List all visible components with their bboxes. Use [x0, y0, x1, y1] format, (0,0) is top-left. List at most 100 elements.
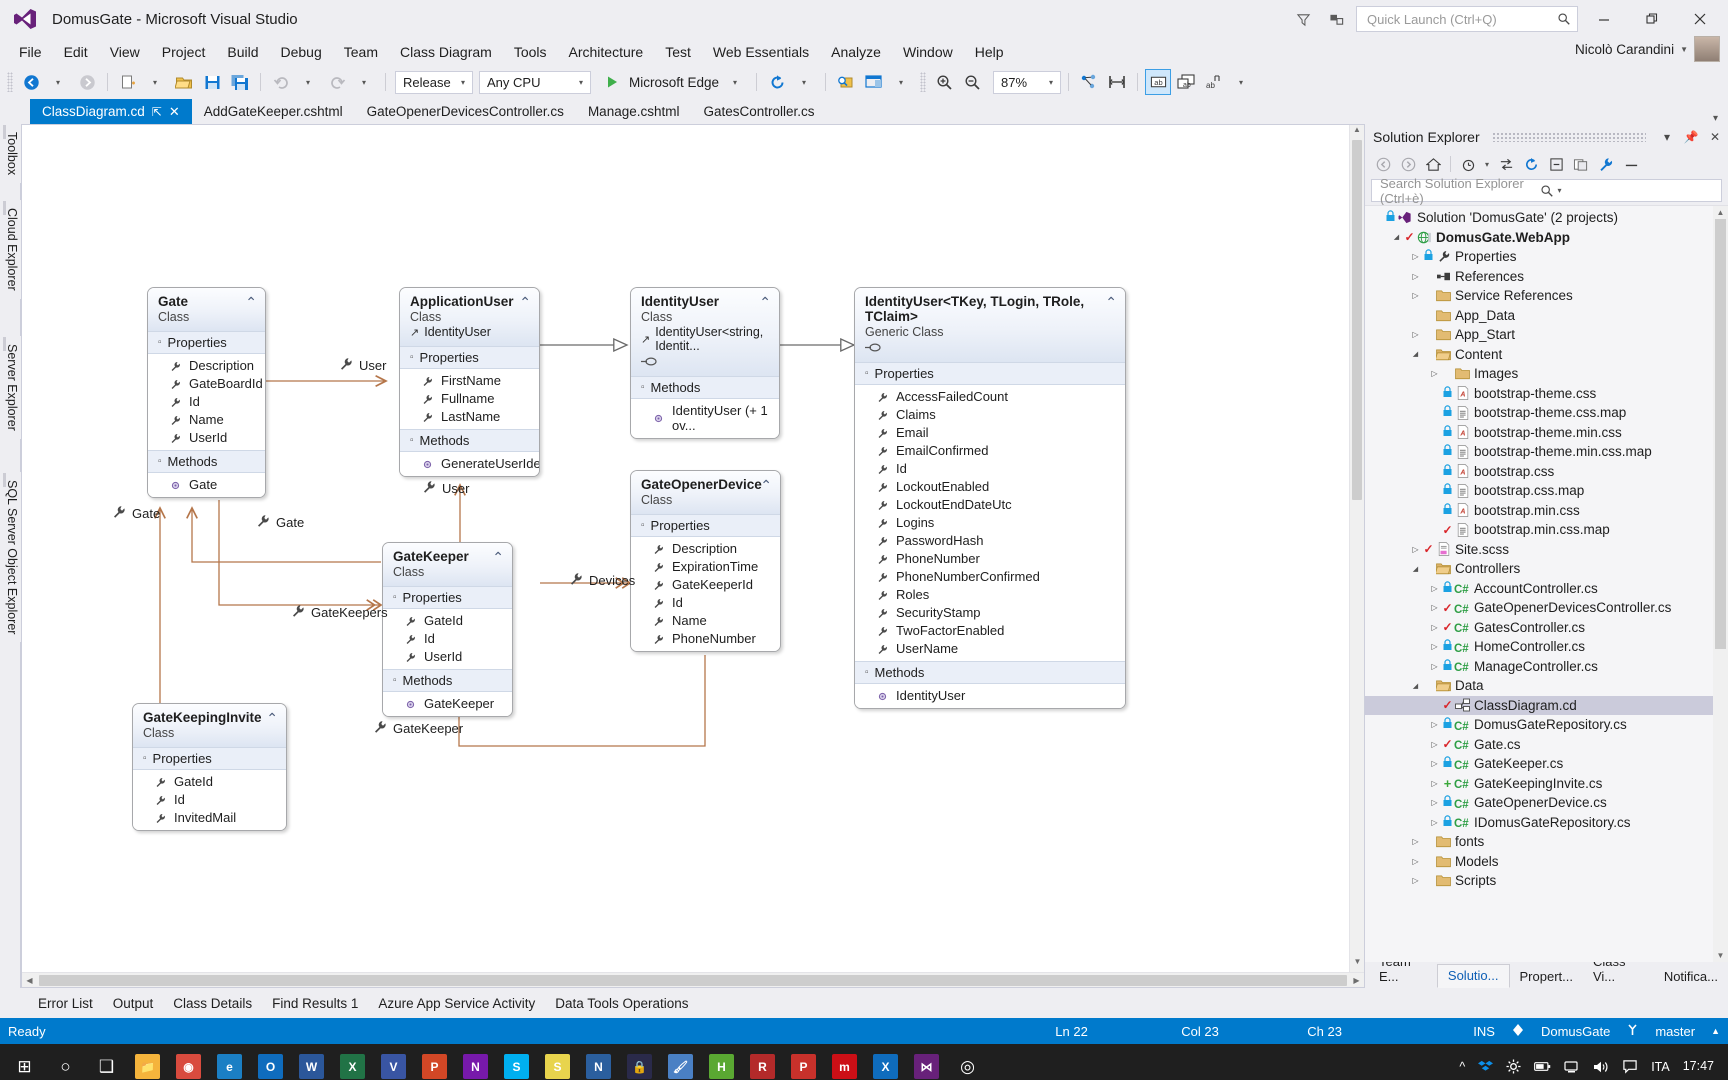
editor-tab-gateopenerdevicescontroller-cs[interactable]: GateOpenerDevicesController.cs: [354, 99, 576, 124]
collapse-glyph-icon[interactable]: ▫: [410, 352, 414, 363]
tray-language[interactable]: ITA: [1651, 1060, 1670, 1074]
undo-dropdown[interactable]: ▾: [296, 69, 322, 95]
taskbar-skype[interactable]: S: [496, 1044, 537, 1080]
refresh-icon[interactable]: [1519, 153, 1543, 175]
menu-item-edit[interactable]: Edit: [53, 41, 99, 63]
collapse-chevron-icon[interactable]: ⌃: [760, 478, 772, 492]
taskbar-paint[interactable]: 🖌: [660, 1044, 701, 1080]
class-member[interactable]: IdentityUser (+ 1 ov...: [631, 401, 779, 434]
menu-item-file[interactable]: File: [8, 41, 53, 63]
dock-tab-propert-[interactable]: Propert...: [1510, 966, 1583, 988]
tree-item[interactable]: ✓ bootstrap.min.css.map: [1365, 520, 1728, 540]
taskbar-intel-xdk[interactable]: X: [865, 1044, 906, 1080]
tree-item[interactable]: ▷ App_Start: [1365, 325, 1728, 345]
status-expand-icon[interactable]: ▲: [1711, 1026, 1720, 1036]
class-member[interactable]: Id: [148, 392, 265, 410]
tree-expander-icon[interactable]: ▷: [1428, 584, 1441, 593]
section-label[interactable]: ▫ Properties: [855, 362, 1125, 385]
menu-item-view[interactable]: View: [99, 41, 151, 63]
tree-expander-icon[interactable]: ◢: [1390, 233, 1403, 241]
menu-item-class-diagram[interactable]: Class Diagram: [389, 41, 503, 63]
tree-item[interactable]: Abootstrap-theme.min.css: [1365, 423, 1728, 443]
class-box-identityuser-generic[interactable]: IdentityUser<TKey, TLogin, TRole, TClaim…: [854, 287, 1126, 709]
tree-item[interactable]: ▷ C# AccountController.cs: [1365, 579, 1728, 599]
refresh-dropdown[interactable]: ▾: [792, 69, 818, 95]
tree-item[interactable]: ▷ Models: [1365, 852, 1728, 872]
section-label[interactable]: ▫ Methods: [383, 669, 512, 692]
tree-item[interactable]: ▷ References: [1365, 267, 1728, 287]
zoom-level-combo[interactable]: 87% ▾: [993, 70, 1062, 94]
taskbar-notepad[interactable]: N: [578, 1044, 619, 1080]
class-member[interactable]: Roles: [855, 585, 1125, 603]
taskbar-pdf[interactable]: P: [783, 1044, 824, 1080]
class-member[interactable]: PhoneNumberConfirmed: [855, 567, 1125, 585]
taskbar-visio[interactable]: V: [373, 1044, 414, 1080]
class-member[interactable]: GateKeeperId: [631, 575, 780, 593]
section-label[interactable]: ▫ Properties: [631, 514, 780, 537]
taskbar-excel[interactable]: X: [332, 1044, 373, 1080]
taskbar-task-view[interactable]: ❑: [86, 1044, 127, 1080]
tree-expander-icon[interactable]: ◢: [1409, 565, 1422, 573]
tree-item[interactable]: ▷ ✓ C# GateOpenerDevicesController.cs: [1365, 598, 1728, 618]
collapse-all-icon[interactable]: [1544, 153, 1568, 175]
class-member[interactable]: Name: [631, 611, 780, 629]
vertical-scroll-thumb[interactable]: [1352, 140, 1362, 500]
editor-tab-gatescontroller-cs[interactable]: GatesController.cs: [691, 99, 827, 124]
collapse-glyph-icon[interactable]: ▫: [410, 435, 414, 446]
new-project-dropdown[interactable]: ▾: [143, 69, 169, 95]
class-member[interactable]: Fullname: [400, 389, 539, 407]
settings-gear-tray-icon[interactable]: [1506, 1059, 1521, 1074]
bottom-tab-error-list[interactable]: Error List: [28, 992, 103, 1015]
solution-platform-combo[interactable]: Any CPU ▾: [479, 70, 591, 94]
preview-selected-icon[interactable]: [1619, 153, 1643, 175]
class-member[interactable]: Gate: [148, 475, 265, 493]
display-name-and-type-toggle[interactable]: ab: [1173, 69, 1199, 95]
status-repo[interactable]: DomusGate: [1541, 1024, 1610, 1039]
status-branch[interactable]: master: [1655, 1024, 1695, 1039]
tree-item[interactable]: Abootstrap-theme.css: [1365, 384, 1728, 404]
tree-item[interactable]: ▷ + C# GateKeepingInvite.cs: [1365, 774, 1728, 794]
tree-expander-icon[interactable]: ◢: [1409, 350, 1422, 358]
run-target-label[interactable]: Microsoft Edge: [627, 75, 721, 90]
toolbar-grip-2[interactable]: [920, 72, 927, 92]
taskbar-hoppy[interactable]: H: [701, 1044, 742, 1080]
tree-item[interactable]: Abootstrap.min.css: [1365, 501, 1728, 521]
edge-label-user-2[interactable]: User: [422, 480, 469, 497]
bottom-tab-class-details[interactable]: Class Details: [163, 992, 262, 1015]
notification-center-icon[interactable]: [1622, 1059, 1638, 1074]
panel-dropdown-icon[interactable]: ▾: [1658, 130, 1676, 144]
class-diagram-designer[interactable]: Gate Class ⌃ ▫ Properties Description Gate…: [21, 124, 1365, 988]
taskbar-onenote[interactable]: N: [455, 1044, 496, 1080]
edge-label-gatekeepers[interactable]: GateKeepers: [291, 604, 388, 621]
collapse-glyph-icon[interactable]: ▫: [158, 456, 162, 467]
tree-expander-icon[interactable]: ▷: [1428, 369, 1441, 378]
scroll-right-icon[interactable]: ▶: [1349, 976, 1364, 985]
solution-scroll-thumb[interactable]: [1715, 219, 1726, 649]
quick-launch-input[interactable]: Quick Launch (Ctrl+Q): [1356, 6, 1578, 32]
bottom-tab-find-results-1[interactable]: Find Results 1: [262, 992, 368, 1015]
class-member[interactable]: GenerateUserIdentit...: [400, 454, 539, 472]
network-tray-icon[interactable]: [1564, 1060, 1580, 1074]
tree-expander-icon[interactable]: ▷: [1428, 720, 1441, 729]
account-area[interactable]: Nicolò Carandini ▼: [1575, 36, 1720, 62]
section-label[interactable]: ▫ Properties: [133, 747, 286, 770]
redo-icon[interactable]: [324, 69, 350, 95]
adjust-width-icon[interactable]: [1104, 69, 1130, 95]
collapse-chevron-icon[interactable]: ⌃: [492, 550, 504, 564]
section-label[interactable]: ▫ Properties: [400, 346, 539, 369]
chevron-down-icon[interactable]: ▼: [1680, 45, 1688, 54]
toolbar-overflow-button[interactable]: ▾: [1229, 69, 1255, 95]
close-icon[interactable]: ✕: [1706, 130, 1724, 144]
section-label[interactable]: ▫ Methods: [148, 450, 265, 473]
scroll-down-icon[interactable]: ▼: [1350, 957, 1364, 972]
collapse-glyph-icon[interactable]: ▫: [393, 675, 397, 686]
class-member[interactable]: Email: [855, 423, 1125, 441]
tree-expander-icon[interactable]: ▷: [1409, 876, 1422, 885]
scroll-left-icon[interactable]: ◀: [22, 976, 37, 985]
class-member[interactable]: UserId: [383, 647, 512, 665]
dock-tab-solutio-[interactable]: Solutio...: [1436, 964, 1510, 988]
edge-label-gatekeeper[interactable]: GateKeeper: [373, 720, 463, 737]
edge-label-devices[interactable]: Devices: [569, 572, 635, 589]
class-member[interactable]: Logins: [855, 513, 1125, 531]
editor-tab-classdiagram-cd[interactable]: ClassDiagram.cd ⇱ ✕: [30, 99, 192, 124]
